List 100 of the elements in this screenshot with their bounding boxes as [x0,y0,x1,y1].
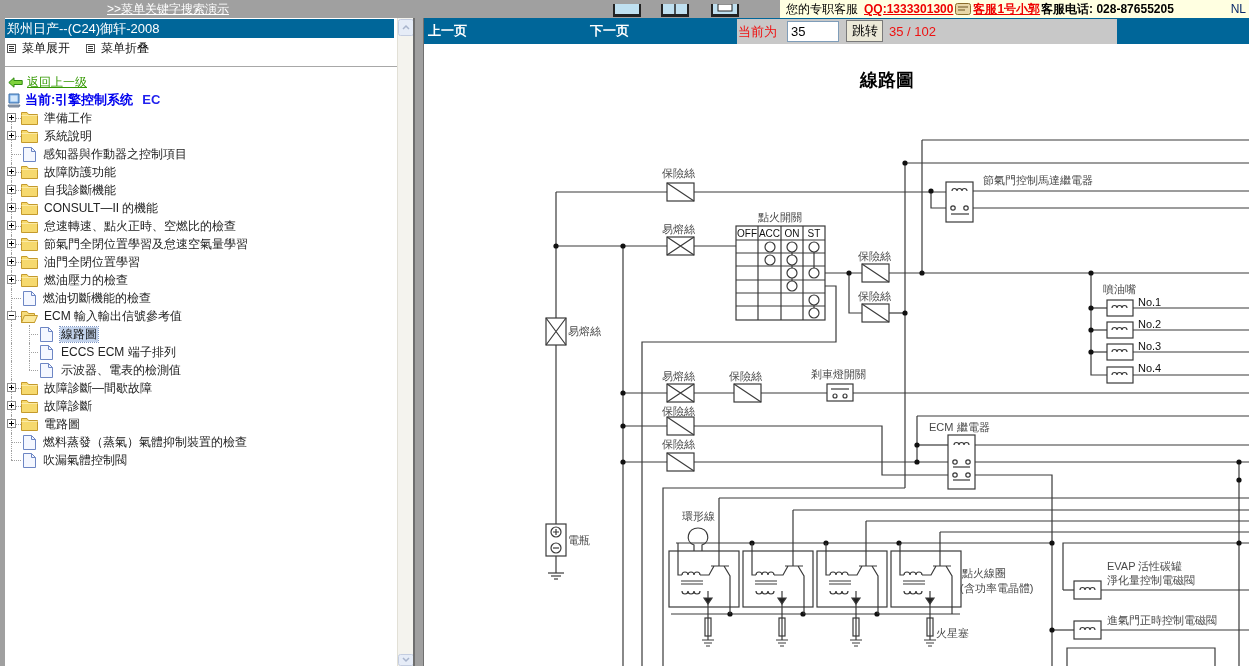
diagram-label: 節氣門控制馬達繼電器 [983,174,1093,186]
expand-icon[interactable] [7,383,16,392]
diagram-label: 易熔絲 [662,370,695,382]
tree-item[interactable]: 電路圖 [43,416,81,432]
diagram-label: 剎車燈開關 [811,368,866,380]
tree-item[interactable]: 感知器與作動器之控制項目 [42,146,188,162]
injector-number: No.1 [1138,296,1162,308]
next-page-link[interactable]: 下一页 [590,21,629,41]
corner-text: NL [1230,1,1246,17]
page-input[interactable]: 35 [787,21,839,42]
expand-icon[interactable] [7,221,16,230]
folder-icon [21,273,38,287]
expand-icon[interactable] [7,185,16,194]
tree-item[interactable]: 燃油切斷機能的檢查 [42,290,152,306]
expand-icon[interactable] [7,275,16,284]
previous-page-link[interactable]: 上一页 [428,21,467,41]
go-button[interactable]: 跳转 [846,20,883,42]
diagram-label: 保險絲 [858,250,891,262]
diagram-label: 保險絲 [662,167,695,179]
back-arrow-icon[interactable] [8,76,23,88]
menu-action-link[interactable]: 菜单折叠 [101,39,149,57]
diagram-label: 保險絲 [858,290,891,302]
injector-number: No.3 [1138,340,1162,352]
document-icon [40,362,53,378]
list-icon[interactable] [7,43,16,53]
tree-item[interactable]: 系統說明 [43,128,93,144]
scroll-up-icon[interactable] [398,19,414,36]
back-link[interactable]: 返回上一级 [27,73,87,91]
service-phone: 客服电话: 028-87655205 [1041,1,1174,17]
diagram-label: ECM 繼電器 [929,421,990,433]
diagram-label: 噴油嘴 [1103,283,1136,295]
tree-item[interactable]: 故障診斷 [43,398,93,414]
folder-icon [21,183,38,197]
diagram-label: 環形線 [682,510,715,522]
diagram-label: 點火線圈 [962,567,1006,579]
sidebar-title: 郑州日产--(C24)御轩-2008 [5,19,394,38]
tree-item[interactable]: 故障防護功能 [43,164,117,180]
document-title: 線路圖 [860,69,914,91]
expand-icon[interactable] [7,113,16,122]
expand-icon[interactable] [7,203,16,212]
document-icon [40,344,53,360]
layout-icon[interactable] [612,4,642,18]
tree-item[interactable]: 線路圖 [60,326,98,342]
diagram-label: 保險絲 [662,438,695,450]
diagram-label: EVAP 活性碳罐 [1107,560,1183,572]
diagram-label: 易熔絲 [662,223,695,235]
vertical-scrollbar[interactable] [397,18,413,666]
current-section: 当前:引擎控制系统 [25,90,134,110]
folder-icon [21,165,38,179]
service-text: 您的专职客服 [786,1,858,17]
tree-item[interactable]: 吹漏氣體控制閥 [42,452,128,468]
expand-icon[interactable] [7,167,16,176]
agent-link[interactable]: 客服1号小郭 [973,1,1041,17]
diagram-label: 保險絲 [662,405,695,417]
tree-item[interactable]: 自我診斷機能 [43,182,117,198]
diagram-label: 進氣門正時控制電磁閥 [1107,614,1217,626]
switch-position-label: OFF [737,228,757,239]
qq-link[interactable]: QQ:1333301300 [864,1,954,17]
expand-icon[interactable] [7,131,16,140]
tree-item[interactable]: 節氣門全閉位置學習及怠速空氣量學習 [43,236,249,252]
folder-icon [21,129,38,143]
expand-icon[interactable] [7,419,16,428]
diagram-label: 易熔絲 [568,325,601,337]
expand-icon[interactable] [7,239,16,248]
diagram-label: 火星塞 [936,627,969,639]
tree-item[interactable]: 故障診斷—間歇故障 [43,380,153,396]
current-page-label: 当前为 [738,22,777,41]
list-icon[interactable] [86,43,95,53]
document-icon [23,452,36,468]
folder-icon [21,237,38,251]
tree-item[interactable]: ECCS ECM 端子排列 [60,344,177,360]
folder-icon [21,417,38,431]
tree-item[interactable]: 燃料蒸發（蒸氣）氣體抑制裝置的檢查 [42,434,248,450]
folder-icon [21,255,38,269]
computer-icon [7,92,21,108]
expand-icon[interactable] [7,257,16,266]
collapse-icon[interactable] [7,311,16,320]
menu-action-link[interactable]: 菜单展开 [22,39,70,57]
folder-icon [21,381,38,395]
folder-icon [21,399,38,413]
folder-icon [21,111,38,125]
page-count: 35 / 102 [889,22,936,41]
layout-icon[interactable] [660,4,690,18]
diagram-label: 電瓶 [568,534,590,546]
diagram-label: 點火開關 [758,211,802,223]
document-icon [23,434,36,450]
tree-item[interactable]: 怠速轉速、點火正時、空燃比的檢查 [43,218,237,234]
scroll-down-icon[interactable] [398,654,414,666]
tree-item[interactable]: 示波器、電表的檢測值 [60,362,182,378]
tree-item[interactable]: 油門全閉位置學習 [43,254,141,270]
tree-item[interactable]: 燃油壓力的檢查 [43,272,129,288]
tree-item[interactable]: CONSULT—II 的機能 [43,200,160,216]
switch-position-label: ON [784,228,800,239]
open-folder-icon [21,309,38,323]
layout-icon[interactable] [710,4,740,18]
tree-item[interactable]: ECM 輸入輸出信號參考值 [43,308,183,324]
tree-item[interactable]: 準備工作 [43,110,93,126]
injector-number: No.2 [1138,318,1162,330]
expand-icon[interactable] [7,401,16,410]
document-icon [23,290,36,306]
